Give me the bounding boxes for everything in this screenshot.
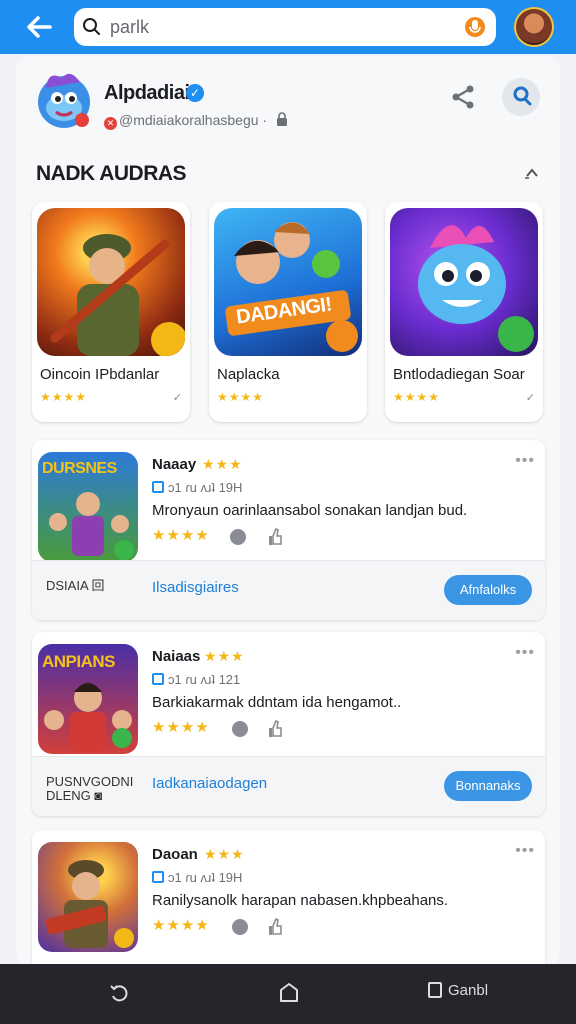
share-icon[interactable] xyxy=(450,84,476,110)
app-name: Alpdadiai xyxy=(104,82,190,104)
footer-label: PUSNVGODNI DLENG ◙ xyxy=(46,774,134,803)
item-meta-text: ɔ1 ɾu ʌɹʇ 19H xyxy=(168,480,243,495)
card-rating-stars: ★★★★ xyxy=(217,390,265,404)
item-stars: ★★★★ xyxy=(152,527,210,544)
top-app-bar: parlk xyxy=(0,0,576,54)
tag-icon xyxy=(152,871,164,883)
more-options-icon[interactable]: ••• xyxy=(515,452,535,470)
item-description: Mronyaun oarinlaansabol sonakan landjan … xyxy=(152,502,468,519)
back-arrow-icon[interactable] xyxy=(20,9,60,45)
tag-icon xyxy=(152,481,164,493)
app-handle: ✕ @mdiaiakoralhasbegu · xyxy=(104,112,267,130)
card-check-icon: ✓ xyxy=(172,392,182,404)
more-options-icon[interactable]: ••• xyxy=(515,644,535,662)
thumbs-up-icon[interactable] xyxy=(268,918,282,936)
system-nav-bar: Ganbl xyxy=(0,964,576,1024)
card-check-icon: ✓ xyxy=(525,392,535,404)
search-bar[interactable]: parlk xyxy=(74,8,496,46)
nav-home-icon[interactable] xyxy=(278,982,300,1004)
footer-label: DSIAIA 回 xyxy=(46,578,105,593)
more-options-icon[interactable]: ••• xyxy=(515,842,535,860)
nav-recents-button[interactable]: Ganbl xyxy=(428,982,488,1000)
tag-icon xyxy=(152,673,164,685)
item-footer: PUSNVGODNI DLENG ◙ Iadkanaiaodagen Bonna… xyxy=(32,756,545,816)
search-icon xyxy=(83,18,100,35)
item-name: Naaay xyxy=(152,456,197,473)
item-meta: ɔ1 ɾu ʌɹʇ 19H xyxy=(152,480,242,495)
list-item[interactable]: DURSNES Naaay ★★★ ɔ1 ɾu ʌɹʇ 19H Mronyaun… xyxy=(32,440,545,620)
item-thumbnail xyxy=(38,842,138,952)
footer-link[interactable]: Iadkanaiaodagen xyxy=(152,775,267,792)
list-item[interactable]: Daoan ★★★ ɔ1 ɾu ʌɹʇ 19H Ranilysanolk har… xyxy=(32,830,545,964)
item-thumbnail: DURSNES xyxy=(38,452,138,562)
nav-back-icon[interactable] xyxy=(108,982,130,1004)
heroes-illustration xyxy=(225,222,358,352)
item-stars: ★★★★ xyxy=(152,719,210,736)
item-rating: ★★★ xyxy=(204,648,245,664)
thumbnail-title-text: ANPIANS xyxy=(42,652,116,671)
item-meta: ɔ1 ɾu ʌɹʇ 121 xyxy=(152,672,240,687)
card-rating-stars: ★★★★ xyxy=(40,390,88,404)
item-rating: ★★★ xyxy=(204,846,245,862)
item-footer: DSIAIA 回 Ilsadisgiaires Afnfalolks xyxy=(32,560,545,620)
item-rating: ★★★ xyxy=(202,456,243,472)
person-icon xyxy=(513,86,532,106)
app-mascot-logo xyxy=(38,73,90,128)
search-query-text[interactable]: parlk xyxy=(110,17,149,38)
item-thumbnail: ANPIANS xyxy=(38,644,138,754)
handle-text: @mdiaiakoralhasbegu xyxy=(119,112,259,128)
user-avatar[interactable] xyxy=(514,7,554,47)
thumbnail-title-text: DURSNES xyxy=(42,460,117,477)
list-item[interactable]: ANPIANS Naiaas ★★★ ɔ1 ɾu ʌɹʇ 121 Barkiak… xyxy=(32,632,545,816)
featured-card[interactable]: DADANGI! Naplacka ★★★★ xyxy=(209,202,367,422)
item-action-button[interactable]: Bonnanaks xyxy=(444,771,532,801)
item-description: Ranilysanolk harapan nabasen.khpbeahans. xyxy=(152,892,449,909)
item-action-button[interactable]: Afnfalolks xyxy=(444,575,532,605)
comment-icon[interactable] xyxy=(232,919,248,935)
verified-badge-icon: ✓ xyxy=(186,84,204,102)
nav-recent-label: Ganbl xyxy=(448,982,489,999)
comment-icon[interactable] xyxy=(230,529,246,545)
card-artwork: DADANGI! xyxy=(214,208,362,356)
item-meta-text: ɔ1 ɾu ʌɹʇ 121 xyxy=(168,672,241,687)
comment-icon[interactable] xyxy=(232,721,248,737)
item-name: Daoan xyxy=(152,846,198,863)
card-title: Bntlodadiegan Soar xyxy=(393,366,525,383)
app-header: Alpdadiai ✓ ✕ @mdiaiakoralhasbegu · xyxy=(36,66,546,136)
handle-badge-icon: ✕ xyxy=(104,117,117,130)
card-title: Oincoin IPbdanlar xyxy=(40,366,160,383)
monster-illustration xyxy=(418,225,534,352)
recents-square-icon xyxy=(428,982,442,998)
card-rating-stars: ★★★★ xyxy=(393,390,441,404)
card-artwork xyxy=(390,208,538,356)
item-meta-text: ɔ1 ɾu ʌɹʇ 19H xyxy=(168,870,243,885)
profile-button[interactable] xyxy=(502,78,540,116)
handle-separator: · xyxy=(262,112,268,128)
chevron-up-icon[interactable] xyxy=(522,162,542,184)
featured-card[interactable]: Bntlodadiegan Soar ★★★★ ✓ xyxy=(385,202,543,422)
item-description: Barkiakarmak ddntam ida hengamot.. xyxy=(152,694,402,711)
featured-card[interactable]: Oincoin IPbdanlar ★★★★ ✓ xyxy=(32,202,190,422)
thumbs-up-icon[interactable] xyxy=(268,720,282,738)
card-title: Naplacka xyxy=(217,366,280,383)
thumbs-up-icon[interactable] xyxy=(268,528,282,546)
item-stars: ★★★★ xyxy=(152,917,210,934)
soldier-illustration xyxy=(50,234,185,356)
footer-link[interactable]: Ilsadisgiaires xyxy=(152,579,239,596)
lock-icon xyxy=(277,112,287,126)
card-artwork xyxy=(37,208,185,356)
section-title: NADK AUDRAS xyxy=(36,162,187,185)
item-name: Naiaas xyxy=(152,648,201,665)
mic-icon[interactable] xyxy=(464,15,486,39)
item-meta: ɔ1 ɾu ʌɹʇ 19H xyxy=(152,870,242,885)
